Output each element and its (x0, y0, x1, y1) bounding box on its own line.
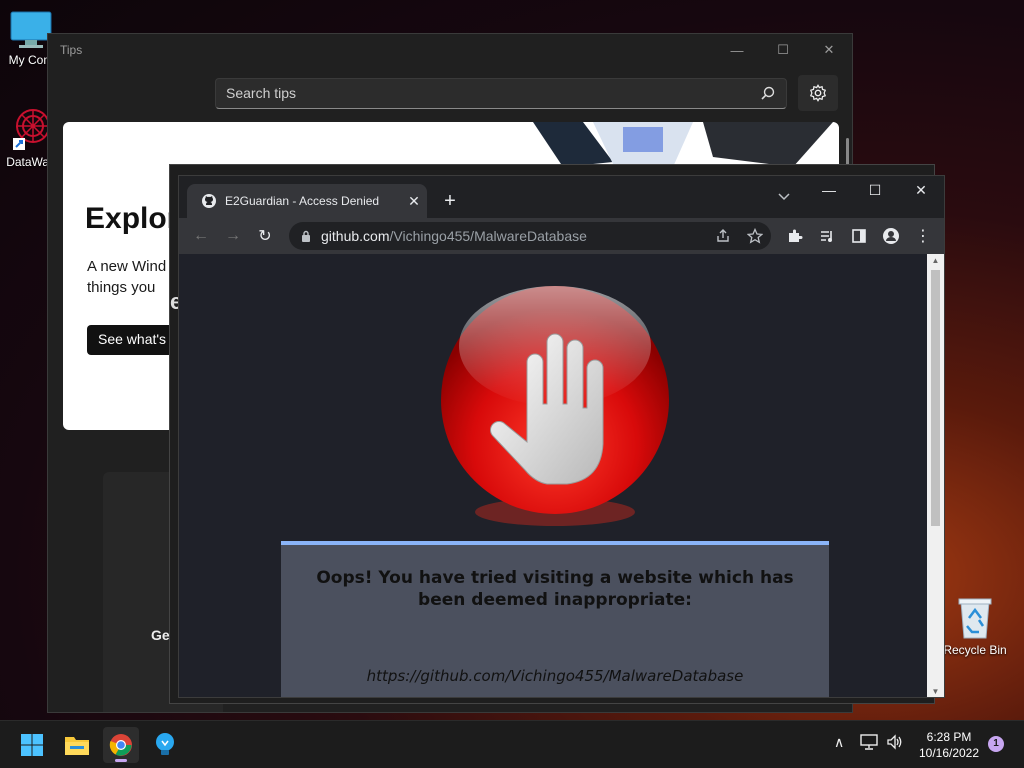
address-bar[interactable]: github.com/Vichingo455/MalwareDatabase (289, 222, 771, 250)
close-icon: ✕ (823, 42, 835, 57)
search-icon[interactable] (760, 85, 776, 101)
url-host: github.com (321, 228, 390, 244)
chrome-toolbar: ← → ↻ github.com/Vichingo455/MalwareData… (179, 218, 944, 254)
search-input[interactable]: Search tips (215, 78, 787, 109)
maximize-icon: ☐ (777, 42, 789, 57)
extensions-button[interactable] (781, 222, 809, 250)
taskbar-tips[interactable] (147, 727, 183, 763)
clock-date: 10/16/2022 (918, 746, 980, 760)
chrome-icon (109, 734, 132, 756)
taskbar-chrome[interactable] (103, 727, 139, 763)
system-clock[interactable]: 6:28 PM 10/16/2022 (912, 729, 986, 761)
tab-strip: E2Guardian - Access Denied ✕ + — ☐ ✕ (179, 176, 944, 218)
window-title: Tips (60, 43, 83, 57)
scroll-down-arrow[interactable]: ▼ (927, 685, 944, 697)
back-button[interactable]: ← (187, 222, 215, 250)
blocked-message: Oops! You have tried visiting a website … (316, 568, 794, 610)
notification-badge[interactable]: 1 (988, 736, 1004, 752)
maximize-button[interactable]: ☐ (852, 176, 898, 204)
url-path: /Vichingo455/MalwareDatabase (389, 228, 587, 244)
volume-icon[interactable] (886, 734, 904, 750)
page-content: Oops! You have tried visiting a website … (179, 254, 929, 697)
start-button[interactable] (14, 727, 50, 763)
minimize-button[interactable]: — (714, 34, 760, 66)
scrollbar-thumb[interactable] (931, 270, 940, 526)
profile-button[interactable] (877, 222, 905, 250)
scroll-up-arrow[interactable]: ▲ (927, 254, 944, 268)
blocked-url: https://github.com/Vichingo455/MalwareDa… (366, 667, 744, 685)
github-icon (202, 194, 216, 208)
clock-time: 6:28 PM (926, 730, 972, 744)
hero-title: Explor (85, 202, 179, 235)
desktop-icon-label: Recycle Bin (943, 643, 1007, 657)
side-panel-button[interactable] (845, 222, 873, 250)
folder-icon (65, 737, 89, 755)
datawag-icon (13, 109, 50, 150)
tab-title: E2Guardian - Access Denied (225, 194, 380, 208)
side-panel-icon (852, 229, 866, 243)
taskbar: ∧ 6:28 PM 10/16/2022 1 (0, 720, 1024, 768)
reload-icon: ↻ (258, 228, 272, 245)
tray-overflow-chevron-icon[interactable]: ∧ (834, 734, 844, 751)
minimize-icon: — (822, 182, 836, 198)
tab-search-button[interactable] (771, 184, 797, 210)
minimize-button[interactable]: — (806, 176, 852, 204)
desktop-icon-recycle-bin[interactable]: Recycle Bin (942, 596, 1008, 657)
gear-icon (809, 84, 827, 102)
page-scrollbar[interactable]: ▲ ▼ (927, 254, 944, 697)
chrome-caption-buttons: — ☐ ✕ (806, 176, 944, 204)
network-icon[interactable] (860, 734, 878, 750)
chevron-down-icon (778, 193, 790, 201)
tips-card-title: Ge (151, 627, 170, 643)
arrow-left-icon: ← (193, 227, 209, 244)
forward-button[interactable]: → (219, 222, 247, 250)
chrome-window: E2Guardian - Access Denied ✕ + — ☐ ✕ ← →… (178, 175, 945, 698)
settings-button[interactable] (798, 75, 838, 111)
media-button[interactable] (813, 222, 841, 250)
stop-hand-icon (441, 286, 669, 526)
message-box: Oops! You have tried visiting a website … (281, 541, 829, 697)
arrow-right-icon: → (225, 227, 241, 244)
reload-button[interactable]: ↻ (251, 222, 279, 250)
plus-icon: + (444, 189, 456, 212)
puzzle-icon (789, 229, 803, 242)
maximize-button[interactable]: ☐ (760, 34, 806, 66)
tips-caption-buttons: — ☐ ✕ (714, 34, 852, 66)
star-icon[interactable] (747, 228, 763, 244)
close-icon: ✕ (915, 181, 927, 198)
maximize-icon: ☐ (868, 181, 882, 198)
new-tab-button[interactable]: + (437, 188, 463, 214)
lock-icon[interactable] (301, 230, 311, 242)
taskbar-file-explorer[interactable] (59, 727, 95, 763)
queue-music-icon (821, 231, 832, 242)
menu-button[interactable]: ⋮ (909, 222, 937, 250)
recycle-bin-icon (958, 598, 992, 639)
lightbulb-icon (156, 733, 174, 755)
tab-active[interactable]: E2Guardian - Access Denied ✕ (187, 184, 427, 218)
close-button[interactable]: ✕ (806, 34, 852, 66)
search-placeholder: Search tips (226, 85, 297, 101)
share-icon[interactable] (715, 228, 731, 244)
tab-close-icon[interactable]: ✕ (401, 193, 427, 210)
close-button[interactable]: ✕ (898, 176, 944, 204)
windows-logo-icon (21, 734, 43, 756)
more-vert-icon: ⋮ (915, 228, 931, 245)
avatar-icon (883, 228, 899, 244)
minimize-icon: — (730, 42, 744, 58)
running-indicator (115, 759, 127, 762)
